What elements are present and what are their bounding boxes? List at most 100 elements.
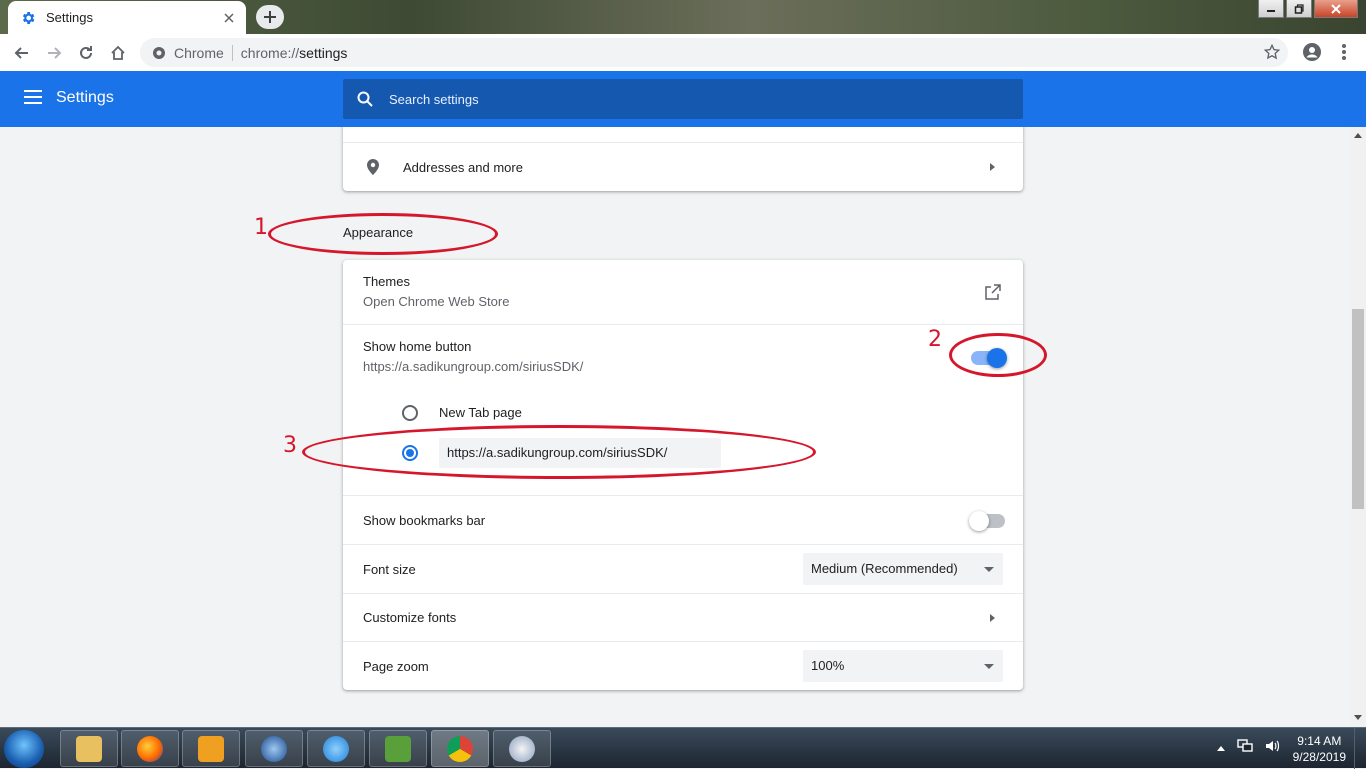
settings-content: Addresses and more Appearance Themes Ope…: [0, 127, 1350, 727]
back-button[interactable]: [8, 39, 36, 67]
bookmark-star-button[interactable]: [1258, 38, 1286, 66]
url-text: chrome://settings: [240, 44, 348, 61]
profile-button[interactable]: [1298, 38, 1326, 66]
more-vert-icon: [1342, 44, 1346, 60]
annotation-ellipse-2: [949, 333, 1047, 377]
themes-label: Themes: [363, 274, 410, 289]
open-in-new-icon[interactable]: [985, 284, 1001, 305]
network-icon[interactable]: [1236, 739, 1253, 758]
page-title: Settings: [56, 89, 114, 106]
omnibox-separator: [231, 44, 233, 61]
search-icon: [357, 91, 377, 107]
site-chip[interactable]: Chrome: [152, 45, 224, 61]
chrome-icon: [153, 46, 165, 59]
reload-button[interactable]: [72, 39, 100, 67]
taskbar-explorer[interactable]: [60, 730, 118, 767]
chevron-right-icon: [990, 163, 995, 171]
tab-settings[interactable]: Settings: [8, 1, 246, 34]
window-controls: [1258, 0, 1358, 18]
browser-toolbar: Chrome chrome://settings: [0, 34, 1366, 71]
start-button[interactable]: [4, 730, 44, 768]
font-size-select[interactable]: Medium (Recommended): [803, 553, 1003, 585]
taskbar-internet-explorer[interactable]: [307, 730, 365, 767]
new-tab-page-label: New Tab page: [439, 405, 522, 420]
annotation-number-2: 2: [928, 327, 942, 352]
media-player-icon: [198, 735, 224, 762]
addresses-label: Addresses and more: [403, 159, 523, 175]
star-icon: [1264, 44, 1280, 60]
address-bar[interactable]: Chrome chrome://settings: [140, 38, 1288, 67]
internet-explorer-icon: [323, 735, 349, 762]
show-desktop-button[interactable]: [1354, 728, 1366, 769]
scrollbar-thumb[interactable]: [1352, 309, 1364, 509]
taskbar: 9:14 AM 9/28/2019: [0, 727, 1366, 769]
location-pin-icon: [365, 159, 381, 175]
chrome-menu-button[interactable]: [1330, 38, 1358, 66]
autofill-card: Addresses and more: [343, 127, 1023, 191]
autofill-previous-row[interactable]: [343, 127, 1023, 143]
taskbar-firefox[interactable]: [121, 730, 179, 767]
search-settings-input[interactable]: Search settings: [343, 79, 1023, 119]
page-zoom-label: Page zoom: [363, 659, 429, 674]
page-zoom-row: Page zoom 100%: [343, 641, 1023, 690]
bookmarks-bar-row[interactable]: Show bookmarks bar: [343, 495, 1023, 544]
page-scrollbar[interactable]: [1350, 127, 1366, 727]
dropdown-caret-icon: [984, 664, 994, 669]
taskbar-spreadsheet[interactable]: [369, 730, 427, 767]
taskbar-chrome[interactable]: [431, 730, 489, 767]
annotation-number-1: 1: [254, 215, 268, 240]
font-size-row: Font size Medium (Recommended): [343, 544, 1023, 593]
home-button-sublabel: https://a.sadikungroup.com/siriusSDK/: [363, 359, 584, 374]
customize-fonts-label: Customize fonts: [363, 610, 457, 625]
themes-sublabel: Open Chrome Web Store: [363, 294, 510, 309]
themes-row[interactable]: Themes Open Chrome Web Store: [343, 260, 1023, 324]
annotation-ellipse-3: [302, 425, 816, 479]
restore-button[interactable]: [1286, 0, 1312, 18]
back-arrow-icon: [14, 46, 28, 59]
close-tab-icon[interactable]: [220, 9, 238, 27]
forward-arrow-icon: [48, 46, 62, 59]
account-circle-icon: [1303, 43, 1321, 61]
taskbar-media-player[interactable]: [182, 730, 240, 767]
new-tab-button[interactable]: [256, 5, 284, 29]
system-clock[interactable]: 9:14 AM 9/28/2019: [1293, 733, 1346, 765]
clock-date: 9/28/2019: [1292, 749, 1346, 764]
addresses-row[interactable]: Addresses and more: [343, 143, 1023, 191]
site-chip-label: Chrome: [174, 44, 224, 61]
clock-time: 9:14 AM: [1297, 733, 1342, 748]
minimize-button[interactable]: [1258, 0, 1284, 18]
page-zoom-value: 100%: [811, 658, 845, 673]
dropdown-caret-icon: [984, 567, 994, 572]
settings-header: Settings Search settings: [0, 71, 1366, 127]
home-icon: [111, 45, 125, 60]
scroll-down-icon[interactable]: [1354, 715, 1362, 720]
taskbar-thunderbird[interactable]: [245, 730, 303, 767]
scroll-up-icon[interactable]: [1354, 133, 1362, 138]
reload-icon: [80, 45, 92, 59]
firefox-icon: [137, 735, 163, 762]
volume-icon[interactable]: [1265, 739, 1281, 758]
customize-fonts-row[interactable]: Customize fonts: [343, 593, 1023, 641]
bookmarks-bar-label: Show bookmarks bar: [363, 513, 486, 528]
home-button-label: Show home button: [363, 339, 472, 354]
forward-button[interactable]: [40, 39, 68, 67]
main-menu-button[interactable]: [24, 90, 42, 109]
chevron-right-icon: [990, 614, 995, 622]
mail-client-icon: [261, 735, 287, 762]
annotation-number-3: 3: [283, 433, 297, 458]
search-placeholder: Search settings: [389, 91, 479, 107]
font-size-value: Medium (Recommended): [811, 561, 958, 576]
system-tray: 9:14 AM 9/28/2019: [1216, 728, 1346, 769]
radio-new-tab-page[interactable]: [402, 405, 418, 421]
show-hidden-icons-icon[interactable]: [1216, 746, 1225, 751]
bookmarks-bar-toggle[interactable]: [969, 511, 1005, 531]
settings-gear-icon: [20, 10, 36, 26]
home-button[interactable]: [104, 39, 132, 67]
hamburger-menu-icon: [24, 90, 42, 104]
spreadsheet-icon: [385, 735, 411, 762]
page-zoom-select[interactable]: 100%: [803, 650, 1003, 682]
font-size-label: Font size: [363, 562, 416, 577]
close-window-button[interactable]: [1314, 0, 1358, 18]
taskbar-paint[interactable]: [493, 730, 551, 767]
paint-icon: [509, 735, 535, 762]
